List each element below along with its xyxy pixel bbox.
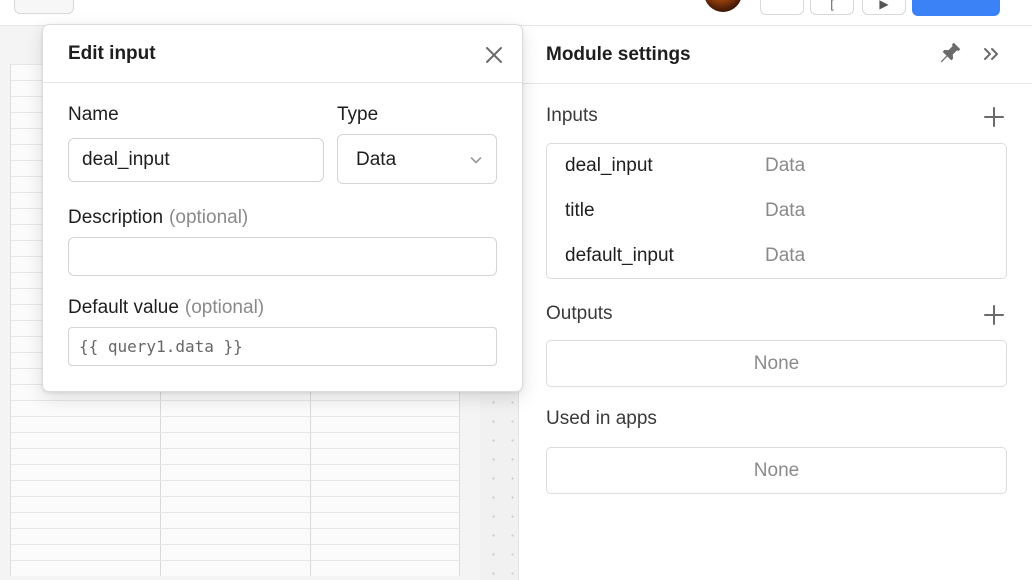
input-row-deal-input[interactable]: deal_input Data bbox=[547, 144, 1006, 189]
used-in-apps-empty-box: None bbox=[546, 447, 1007, 494]
type-label: Type bbox=[337, 104, 379, 125]
input-type: Data bbox=[765, 155, 806, 176]
outputs-section-label: Outputs bbox=[546, 303, 613, 324]
collapse-icon[interactable] bbox=[981, 43, 1003, 65]
toolbar-button[interactable] bbox=[760, 0, 804, 15]
toolbar-button[interactable]: [ bbox=[810, 0, 854, 15]
name-input[interactable] bbox=[68, 138, 324, 182]
input-name: default_input bbox=[565, 245, 674, 266]
close-icon[interactable] bbox=[484, 45, 504, 65]
type-select[interactable]: Data bbox=[337, 134, 497, 184]
toolbar-left-button[interactable] bbox=[14, 0, 74, 14]
play-icon: ▶ bbox=[879, 0, 889, 11]
inputs-section-label: Inputs bbox=[546, 105, 598, 126]
input-type: Data bbox=[765, 200, 806, 221]
outputs-empty-box: None bbox=[546, 340, 1007, 387]
default-value-input[interactable] bbox=[68, 327, 497, 366]
popover-header: Edit input bbox=[43, 25, 522, 83]
type-select-value: Data bbox=[356, 149, 397, 170]
avatar[interactable] bbox=[704, 0, 742, 12]
default-value-label-text: Default value bbox=[68, 297, 179, 318]
inputs-list: deal_input Data title Data default_input… bbox=[546, 143, 1007, 279]
bracket-icon: [ bbox=[830, 0, 834, 11]
default-value-optional-hint: (optional) bbox=[184, 297, 265, 318]
popover-title: Edit input bbox=[68, 43, 156, 64]
add-input-plus-icon[interactable] bbox=[983, 106, 1005, 128]
edit-input-popover: Edit input Name Type Data Description(op… bbox=[42, 24, 523, 392]
description-input[interactable] bbox=[68, 237, 497, 276]
panel-title: Module settings bbox=[546, 44, 691, 65]
description-label-text: Description bbox=[68, 207, 164, 228]
chevron-down-icon bbox=[470, 157, 482, 164]
top-toolbar: [ ▶ bbox=[0, 0, 1032, 26]
description-optional-hint: (optional) bbox=[169, 207, 249, 228]
input-name: deal_input bbox=[565, 155, 653, 176]
used-in-apps-section-label: Used in apps bbox=[546, 408, 657, 429]
toolbar-button[interactable]: ▶ bbox=[862, 0, 906, 15]
default-value-label: Default value (optional) bbox=[68, 297, 264, 319]
pin-icon[interactable] bbox=[937, 40, 963, 66]
name-label: Name bbox=[68, 104, 119, 125]
description-label: Description (optional) bbox=[68, 207, 248, 229]
input-name: title bbox=[565, 200, 595, 221]
used-in-apps-empty-text: None bbox=[753, 460, 800, 481]
input-row-title[interactable]: title Data bbox=[547, 189, 1006, 234]
input-row-default-input[interactable]: default_input Data bbox=[547, 234, 1006, 279]
outputs-empty-text: None bbox=[753, 353, 800, 374]
panel-header: Module settings bbox=[519, 26, 1032, 84]
primary-action-button[interactable] bbox=[912, 0, 1000, 16]
input-type: Data bbox=[765, 245, 806, 266]
add-output-plus-icon[interactable] bbox=[983, 304, 1005, 326]
module-settings-panel: Module settings Inputs deal_input Data t… bbox=[518, 26, 1032, 580]
